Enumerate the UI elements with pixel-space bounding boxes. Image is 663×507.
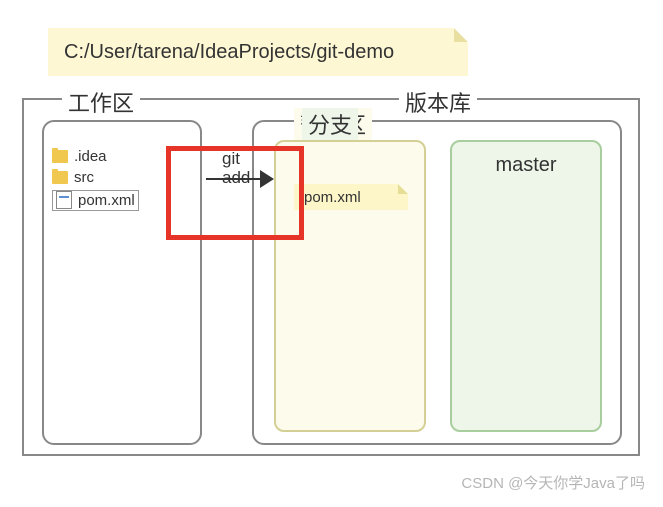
note-fold-icon (398, 184, 408, 194)
file-label: src (74, 169, 94, 186)
branch-box: master (450, 140, 602, 432)
branch-title: 分支 (302, 108, 358, 140)
watermark: CSDN @今天你学Java了吗 (461, 472, 645, 493)
repo-title: 版本库 (399, 86, 477, 118)
repo-box: pom.xml 暂存区 master 分支 (252, 120, 622, 445)
path-text: C:/User/tarena/IdeaProjects/git-demo (64, 41, 394, 64)
workspace-title: 工作区 (62, 86, 140, 118)
outer-container: .idea src pom.xml 工作区 pom.xml 暂存区 master… (22, 98, 640, 456)
branch-name: master (452, 154, 600, 177)
file-label: .idea (74, 148, 107, 165)
file-item-idea: .idea (52, 148, 139, 165)
xml-file-icon (56, 191, 72, 209)
file-item-pom: pom.xml (52, 190, 139, 211)
highlight-box (166, 146, 304, 240)
stage-file: pom.xml (294, 184, 408, 210)
file-item-src: src (52, 169, 139, 186)
path-note: C:/User/tarena/IdeaProjects/git-demo (48, 28, 468, 76)
folder-icon (52, 171, 68, 184)
stage-file-label: pom.xml (304, 189, 361, 206)
file-label: pom.xml (78, 192, 135, 209)
folder-icon (52, 150, 68, 163)
note-fold-icon (454, 28, 468, 42)
file-list: .idea src pom.xml (52, 148, 139, 215)
